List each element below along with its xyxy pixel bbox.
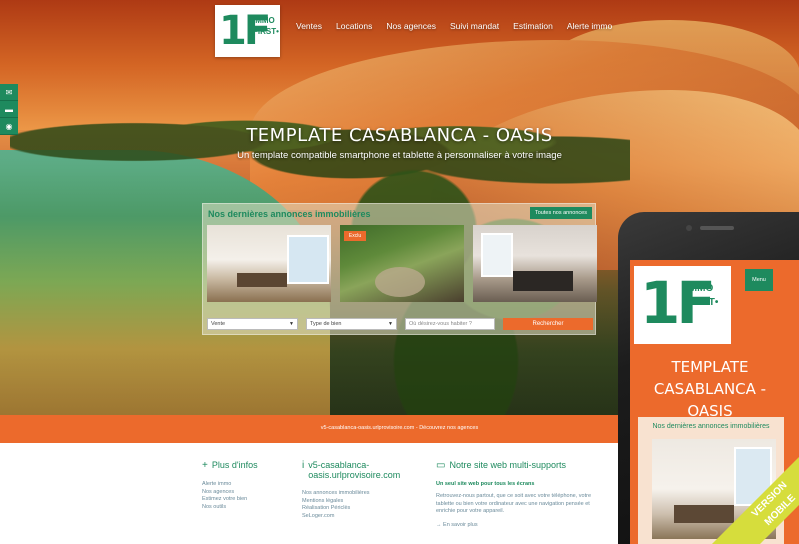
nav-item-suivi-mandat[interactable]: Suivi mandat — [450, 21, 499, 31]
phone-logo[interactable]: 1F IMMO FIRST• — [634, 266, 731, 344]
nav-item-locations[interactable]: Locations — [336, 21, 372, 31]
nav-item-ventes[interactable]: Ventes — [296, 21, 322, 31]
footer-col-title-text: Notre site web multi-supports — [449, 460, 566, 470]
footer-body: Retrouvez-nous partout, que ce soit avec… — [436, 493, 592, 514]
nav-item-estimation[interactable]: Estimation — [513, 21, 553, 31]
latest-listings-panel: Nos dernières annonces immobilières Tout… — [202, 203, 597, 335]
footer-col-title-text: v5-casablanca-oasis.urlprovisoire.com — [308, 460, 401, 480]
logo-text-line1: IMMO — [253, 16, 275, 25]
listing-thumbnail[interactable] — [473, 225, 597, 302]
phone-listings-title: Nos dernières annonces immobilières — [652, 423, 770, 430]
footer-link[interactable]: Nos annonces immobilières — [302, 490, 402, 498]
phone-logo-text: IMMO FIRST• — [686, 282, 718, 310]
search-button[interactable]: Rechercher — [503, 318, 593, 330]
search-bar: Vente ▼ Type de bien ▼ Où désirez-vous h… — [207, 318, 593, 330]
footer-col-title-text: Plus d'infos — [211, 460, 258, 470]
nav-item-alerte-immo[interactable]: Alerte immo — [567, 21, 612, 31]
hero-subtitle: Un template compatible smartphone et tab… — [237, 150, 562, 161]
phone-title: TEMPLATE CASABLANCA - OASIS — [653, 358, 767, 420]
footer-link[interactable]: Nos outils — [202, 504, 292, 512]
footer-col-multi-support: ▭ Notre site web multi-supports Un seul … — [436, 460, 606, 528]
read-more-label: En savoir plus — [443, 521, 478, 528]
logo-text: IMMO FIRST• — [253, 15, 279, 37]
footer-link[interactable]: Réalisation Périclès — [302, 505, 402, 513]
arrow-right-icon: → — [436, 521, 442, 528]
ribbon-label: VERSION MOBILE — [709, 444, 799, 544]
footer-link[interactable]: Alerte immo — [202, 481, 292, 489]
footer-lead: Un seul site web pour tous les écrans — [436, 481, 535, 487]
footer-link[interactable]: Nos agences — [202, 489, 292, 497]
mail-icon[interactable]: ✉ — [0, 84, 18, 101]
property-type-value: Type de bien — [310, 321, 342, 327]
info-icon: i — [302, 460, 305, 471]
footer-col-site: i v5-casablanca-oasis.urlprovisoire.com … — [302, 460, 402, 520]
footer-col-title: ▭ Notre site web multi-supports — [436, 460, 606, 471]
footer-link[interactable]: Estimez votre bien — [202, 496, 292, 504]
hero-title: TEMPLATE CASABLANCA - OASIS — [246, 125, 553, 146]
listings-title: Nos dernières annonces immobilières — [208, 209, 371, 219]
phone-menu-button[interactable]: Menu — [745, 269, 773, 291]
devices-icon: ▭ — [436, 460, 446, 471]
phone-logo-text-line1: IMMO — [686, 283, 714, 294]
transaction-type-select[interactable]: Vente ▼ — [207, 318, 298, 330]
all-listings-button[interactable]: Toutes nos annonces — [530, 207, 592, 219]
read-more-link[interactable]: → En savoir plus — [436, 522, 606, 528]
phone-camera — [686, 225, 692, 231]
site-logo[interactable]: 1F IMMO FIRST• — [215, 5, 280, 57]
phone-speaker — [700, 226, 734, 230]
footer-col-title: + Plus d'infos — [202, 460, 292, 471]
logo-text-line2: FIRST• — [253, 27, 279, 36]
footer-col-title: i v5-casablanca-oasis.urlprovisoire.com — [302, 460, 402, 480]
listing-thumbnail[interactable]: Exclu — [340, 225, 464, 302]
version-mobile-ribbon: VERSION MOBILE — [678, 444, 799, 544]
plus-icon: + — [202, 460, 208, 471]
transaction-type-value: Vente — [211, 321, 226, 327]
cart-icon[interactable]: ▬ — [0, 101, 18, 118]
footer-link[interactable]: Mentions légales — [302, 498, 402, 506]
chevron-down-icon: ▼ — [289, 321, 294, 327]
footer-col-more-info: + Plus d'infos Alerte immo Nos agences E… — [202, 460, 292, 511]
chevron-down-icon: ▼ — [388, 321, 393, 327]
nav-item-nos-agences[interactable]: Nos agences — [386, 21, 436, 31]
main-nav: Ventes Locations Nos agences Suivi manda… — [296, 21, 612, 31]
location-input[interactable]: Où désirez-vous habiter ? — [405, 318, 495, 330]
exclusive-badge: Exclu — [344, 231, 366, 241]
property-type-select[interactable]: Type de bien ▼ — [306, 318, 397, 330]
footer-link[interactable]: SeLoger.com — [302, 513, 402, 521]
listing-thumbnails: Exclu — [207, 225, 597, 302]
listing-thumbnail[interactable] — [207, 225, 331, 302]
phone-logo-text-line2: FIRST• — [686, 297, 719, 308]
